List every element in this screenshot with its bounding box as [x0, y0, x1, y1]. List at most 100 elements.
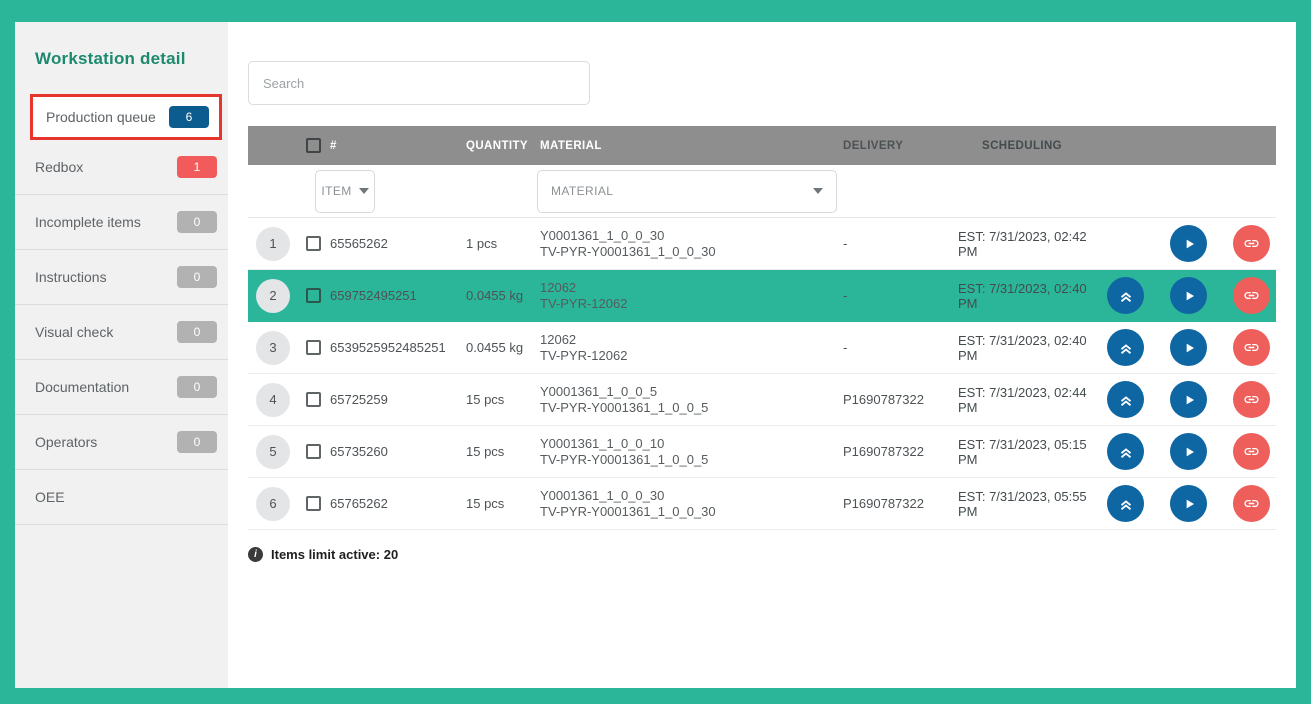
start-button[interactable] — [1170, 485, 1207, 522]
sidebar-item-visual-check[interactable]: Visual check 0 — [15, 305, 228, 360]
double-chevron-up-icon — [1117, 443, 1135, 461]
quantity: 0.0455 kg — [462, 340, 536, 355]
items-limit-text: Items limit active: 20 — [271, 547, 398, 562]
row-checkbox[interactable] — [306, 340, 321, 355]
move-to-top-button[interactable] — [1107, 329, 1144, 366]
row-checkbox[interactable] — [306, 496, 321, 511]
material-name: TV-PYR-Y0001361_1_0_0_30 — [540, 244, 838, 260]
search-input[interactable] — [248, 61, 590, 105]
sidebar-item-label: Production queue — [46, 109, 156, 125]
count-badge: 1 — [177, 156, 217, 178]
play-icon — [1181, 496, 1197, 512]
play-icon — [1181, 392, 1197, 408]
row-number: 1 — [256, 227, 290, 261]
item-filter-dropdown[interactable]: ITEM — [315, 170, 375, 213]
chevron-down-icon — [813, 188, 823, 194]
material-code: Y0001361_1_0_0_30 — [540, 488, 838, 504]
material-code: Y0001361_1_0_0_5 — [540, 384, 838, 400]
material-name: TV-PYR-12062 — [540, 296, 838, 312]
material-filter-dropdown[interactable]: MATERIAL — [537, 170, 837, 213]
sidebar-item-production-queue[interactable]: Production queue 6 — [33, 97, 219, 137]
start-button[interactable] — [1170, 329, 1207, 366]
table-row: 5 65735260 15 pcs Y0001361_1_0_0_10 TV-P… — [248, 426, 1276, 478]
items-limit-note: i Items limit active: 20 — [248, 547, 1296, 562]
item-number: 65735260 — [326, 444, 462, 459]
material-code: Y0001361_1_0_0_10 — [540, 436, 838, 452]
sidebar-item-redbox[interactable]: Redbox 1 — [15, 140, 228, 195]
delivery: P1690787322 — [838, 496, 954, 511]
move-to-top-button[interactable] — [1107, 485, 1144, 522]
item-number: 659752495251 — [326, 288, 462, 303]
link-icon — [1243, 495, 1260, 512]
link-button[interactable] — [1233, 485, 1270, 522]
move-to-top-button[interactable] — [1107, 381, 1144, 418]
delivery: - — [838, 288, 954, 303]
production-queue-table: # QUANTITY MATERIAL DELIVERY SCHEDULING … — [248, 126, 1276, 530]
row-checkbox[interactable] — [306, 288, 321, 303]
link-button[interactable] — [1233, 433, 1270, 470]
sidebar-item-instructions[interactable]: Instructions 0 — [15, 250, 228, 305]
row-checkbox[interactable] — [306, 236, 321, 251]
material-name: TV-PYR-Y0001361_1_0_0_5 — [540, 452, 838, 468]
sidebar-item-label: Operators — [35, 434, 97, 450]
double-chevron-up-icon — [1117, 391, 1135, 409]
sidebar-item-oee[interactable]: OEE — [15, 470, 228, 525]
move-to-top-button[interactable] — [1107, 277, 1144, 314]
play-icon — [1181, 236, 1197, 252]
material-code: 12062 — [540, 332, 838, 348]
delivery: - — [838, 236, 954, 251]
sidebar-item-label: Instructions — [35, 269, 107, 285]
item-number: 65725259 — [326, 392, 462, 407]
sidebar-item-operators[interactable]: Operators 0 — [15, 415, 228, 470]
scheduling: EST: 7/31/2023, 05:55 PM — [954, 489, 1107, 519]
start-button[interactable] — [1170, 225, 1207, 262]
play-icon — [1181, 288, 1197, 304]
quantity: 0.0455 kg — [462, 288, 536, 303]
sidebar-item-incomplete-items[interactable]: Incomplete items 0 — [15, 195, 228, 250]
table-row: 1 65565262 1 pcs Y0001361_1_0_0_30 TV-PY… — [248, 218, 1276, 270]
material-code: Y0001361_1_0_0_30 — [540, 228, 838, 244]
quantity: 15 pcs — [462, 392, 536, 407]
material: Y0001361_1_0_0_30 TV-PYR-Y0001361_1_0_0_… — [536, 228, 838, 260]
count-badge: 0 — [177, 211, 217, 233]
scheduling: EST: 7/31/2023, 02:44 PM — [954, 385, 1107, 415]
scheduling: EST: 7/31/2023, 02:40 PM — [954, 281, 1107, 311]
count-badge: 0 — [177, 321, 217, 343]
row-number: 5 — [256, 435, 290, 469]
link-button[interactable] — [1233, 329, 1270, 366]
chevron-down-icon — [359, 188, 369, 194]
start-button[interactable] — [1170, 433, 1207, 470]
annotation-highlight: Production queue 6 — [30, 94, 222, 140]
main-content: # QUANTITY MATERIAL DELIVERY SCHEDULING … — [228, 22, 1296, 688]
play-icon — [1181, 444, 1197, 460]
table-row: 3 6539525952485251 0.0455 kg 12062 TV-PY… — [248, 322, 1276, 374]
row-number: 2 — [256, 279, 290, 313]
item-number: 65765262 — [326, 496, 462, 511]
quantity: 1 pcs — [462, 236, 536, 251]
start-button[interactable] — [1170, 277, 1207, 314]
scheduling: EST: 7/31/2023, 05:15 PM — [954, 437, 1107, 467]
delivery: - — [838, 340, 954, 355]
move-to-top-button[interactable] — [1107, 433, 1144, 470]
sidebar-item-documentation[interactable]: Documentation 0 — [15, 360, 228, 415]
row-checkbox[interactable] — [306, 392, 321, 407]
link-button[interactable] — [1233, 277, 1270, 314]
sidebar-item-label: Visual check — [35, 324, 113, 340]
quantity: 15 pcs — [462, 496, 536, 511]
count-badge: 6 — [169, 106, 209, 128]
table-row-selected: 2 659752495251 0.0455 kg 12062 TV-PYR-12… — [248, 270, 1276, 322]
material: Y0001361_1_0_0_5 TV-PYR-Y0001361_1_0_0_5 — [536, 384, 838, 416]
column-header-item: # — [326, 140, 462, 152]
start-button[interactable] — [1170, 381, 1207, 418]
material-name: TV-PYR-12062 — [540, 348, 838, 364]
select-all-checkbox[interactable] — [306, 138, 321, 153]
link-button[interactable] — [1233, 225, 1270, 262]
material: 12062 TV-PYR-12062 — [536, 280, 838, 312]
link-button[interactable] — [1233, 381, 1270, 418]
row-checkbox[interactable] — [306, 444, 321, 459]
item-filter-label: ITEM — [321, 184, 351, 198]
item-number: 65565262 — [326, 236, 462, 251]
column-header-delivery: DELIVERY — [838, 140, 954, 152]
material: 12062 TV-PYR-12062 — [536, 332, 838, 364]
link-icon — [1243, 287, 1260, 304]
